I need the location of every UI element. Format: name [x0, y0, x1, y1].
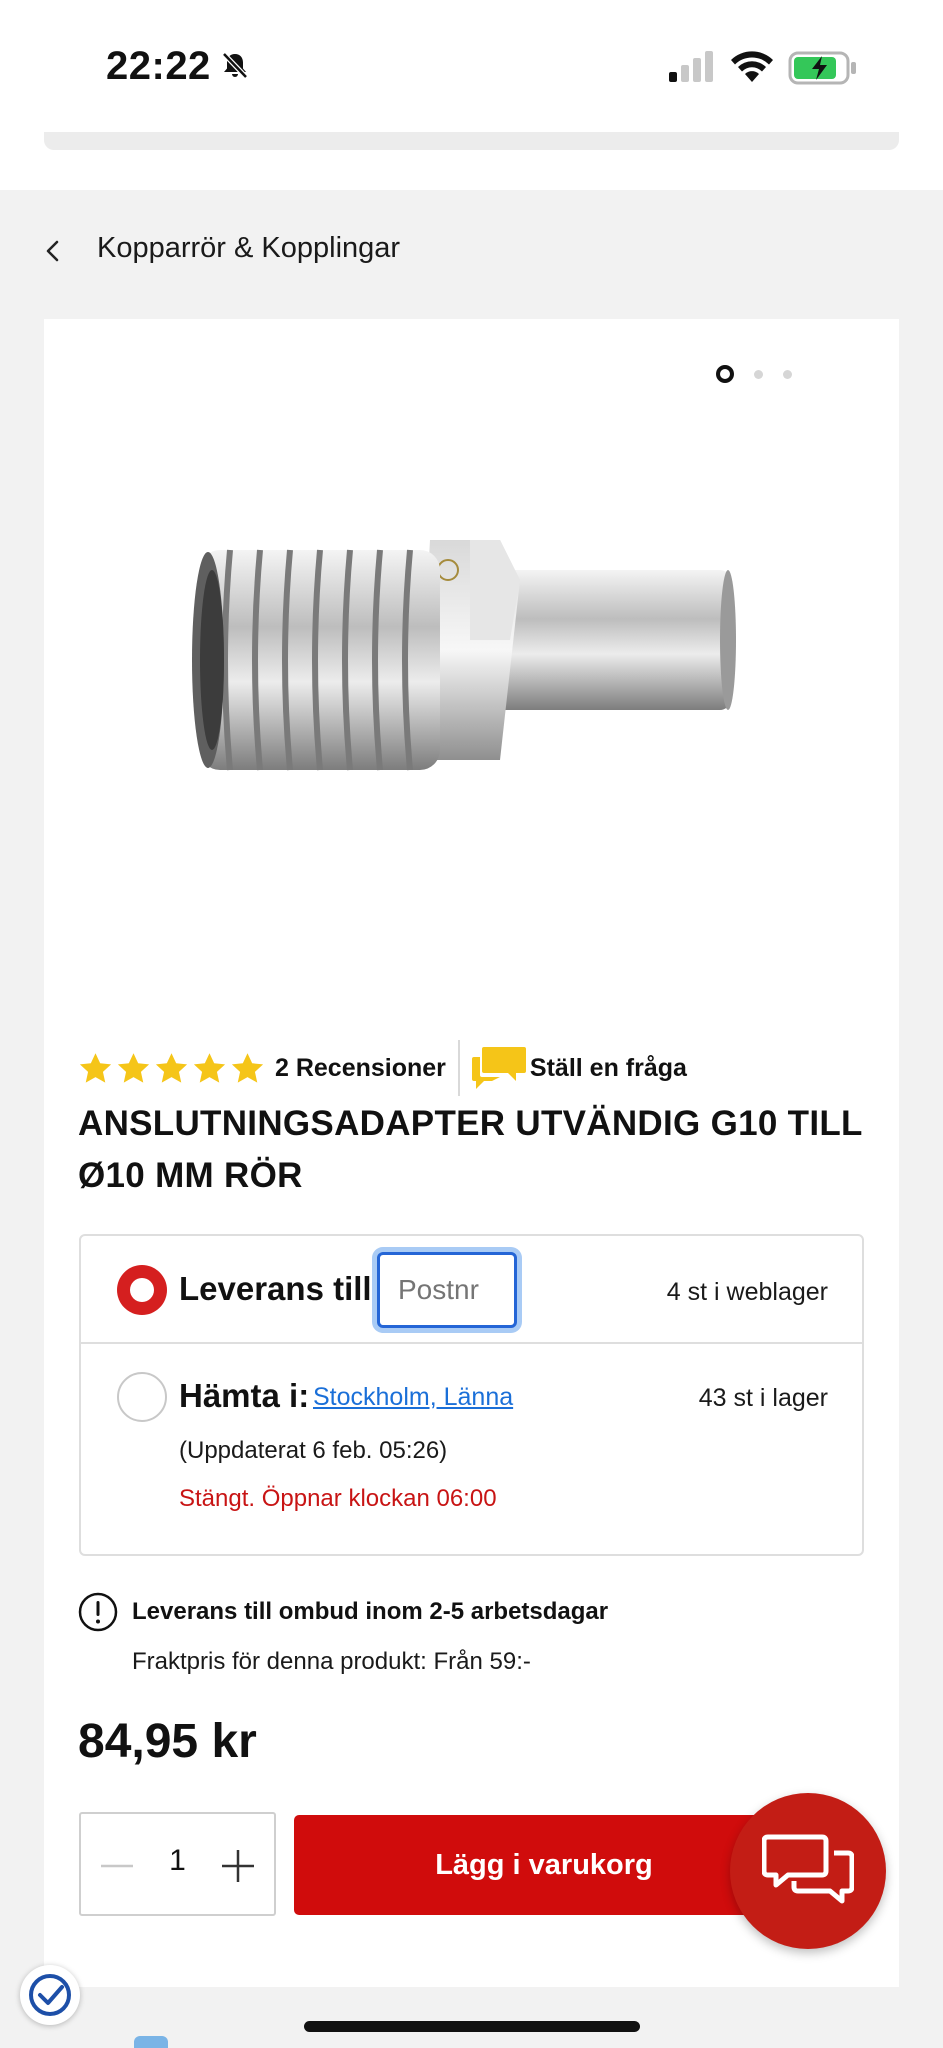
exclamation-circle-icon — [78, 1592, 118, 1632]
shipping-title: Leverans till ombud inom 2-5 arbetsdagar — [132, 1598, 609, 1625]
postnr-input[interactable] — [377, 1252, 517, 1328]
cellular-signal-icon — [669, 51, 713, 82]
speech-bubbles-icon[interactable] — [470, 1043, 528, 1093]
star-icon — [193, 1052, 226, 1083]
star-icon — [155, 1052, 188, 1083]
status-bar: 22:22 — [0, 0, 943, 190]
delivery-label: Leverans till: — [179, 1270, 383, 1307]
pagination-dot-active[interactable] — [716, 365, 734, 383]
star-icon — [117, 1052, 150, 1083]
product-image[interactable] — [180, 520, 760, 800]
home-indicator — [304, 2021, 640, 2032]
star-icon — [231, 1052, 264, 1083]
ask-question-link[interactable]: Ställ en fråga — [530, 1054, 687, 1083]
star-rating[interactable] — [78, 1051, 265, 1086]
store-link[interactable]: Stockholm, Länna — [313, 1383, 513, 1412]
wifi-icon — [731, 51, 773, 82]
delivery-options: Leverans till: 4 st i weblager Hämta i: … — [79, 1234, 864, 1556]
gallery-pagination — [716, 365, 792, 383]
add-to-cart-button[interactable]: Lägg i varukorg — [294, 1815, 794, 1915]
chevron-left-icon[interactable] — [40, 236, 66, 266]
shipping-price: Fraktpris för denna produkt: Från 59:- — [132, 1648, 531, 1675]
status-time: 22:22 — [106, 44, 211, 88]
plus-icon[interactable] — [220, 1848, 256, 1884]
pagination-dot[interactable] — [783, 369, 792, 379]
battery-charging-icon — [788, 51, 856, 85]
stock-updated-time: (Uppdaterat 6 feb. 05:26) — [179, 1437, 448, 1464]
pagination-dot[interactable] — [754, 369, 763, 379]
breadcrumb-category[interactable]: Kopparrör & Kopplingar — [97, 232, 400, 265]
web-stock-status: 4 st i weblager — [666, 1278, 828, 1306]
pickup-label: Hämta i: — [179, 1377, 310, 1414]
divider — [457, 1040, 460, 1096]
bell-slash-icon — [222, 52, 248, 79]
rating-row: 2 Recensioner Ställ en fråga — [78, 1040, 687, 1096]
chat-button[interactable] — [730, 1793, 886, 1949]
product-price: 84,95 kr — [78, 1715, 257, 1768]
verified-badge[interactable] — [20, 1965, 80, 2025]
chat-icon — [762, 1834, 854, 1904]
product-title: ANSLUTNINGSADAPTER UTVÄNDIG G10 TILL Ø10… — [78, 1104, 863, 1195]
pickup-radio[interactable] — [117, 1372, 167, 1422]
star-icon — [79, 1052, 112, 1083]
partial-element-peek — [134, 2036, 168, 2048]
reviews-link[interactable]: 2 Recensioner — [275, 1054, 446, 1083]
store-closed-notice: Stängt. Öppnar klockan 06:00 — [179, 1485, 497, 1512]
delivery-radio-selected[interactable] — [117, 1265, 167, 1315]
search-bar-edge — [44, 132, 899, 150]
delivery-option-home[interactable]: Leverans till: 4 st i weblager — [81, 1236, 862, 1344]
quantity-stepper: 1 — [79, 1812, 276, 1916]
store-stock-status: 43 st i lager — [698, 1384, 828, 1412]
checkmark-shield-icon — [29, 1974, 71, 2016]
